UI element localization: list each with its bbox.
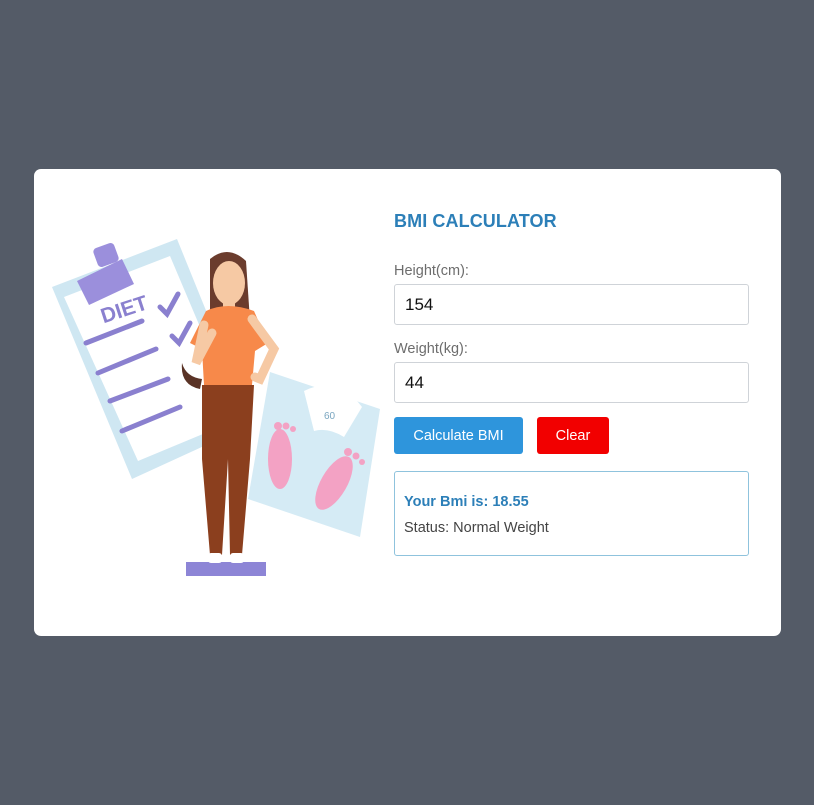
height-input[interactable] (394, 284, 749, 325)
clear-button[interactable]: Clear (537, 417, 609, 454)
calculate-bmi-button[interactable]: Calculate BMI (394, 417, 523, 454)
weight-input[interactable] (394, 362, 749, 403)
svg-text:60: 60 (324, 411, 336, 422)
result-box: Your Bmi is: 18.55 Status: Normal Weight (394, 471, 749, 556)
scale-icon: 60 (248, 372, 380, 537)
bmi-status: Status: Normal Weight (404, 520, 549, 536)
diet-illustration: DIET 60 (52, 239, 380, 576)
bmi-result: Your Bmi is: 18.55 (404, 494, 529, 510)
weight-label: Weight(kg): (394, 341, 468, 357)
page-title: BMI CALCULATOR (394, 211, 557, 231)
bmi-card: DIET 60 BMI CALCULATOR Height(cm): 154 W… (34, 169, 781, 636)
height-label: Height(cm): (394, 263, 469, 279)
